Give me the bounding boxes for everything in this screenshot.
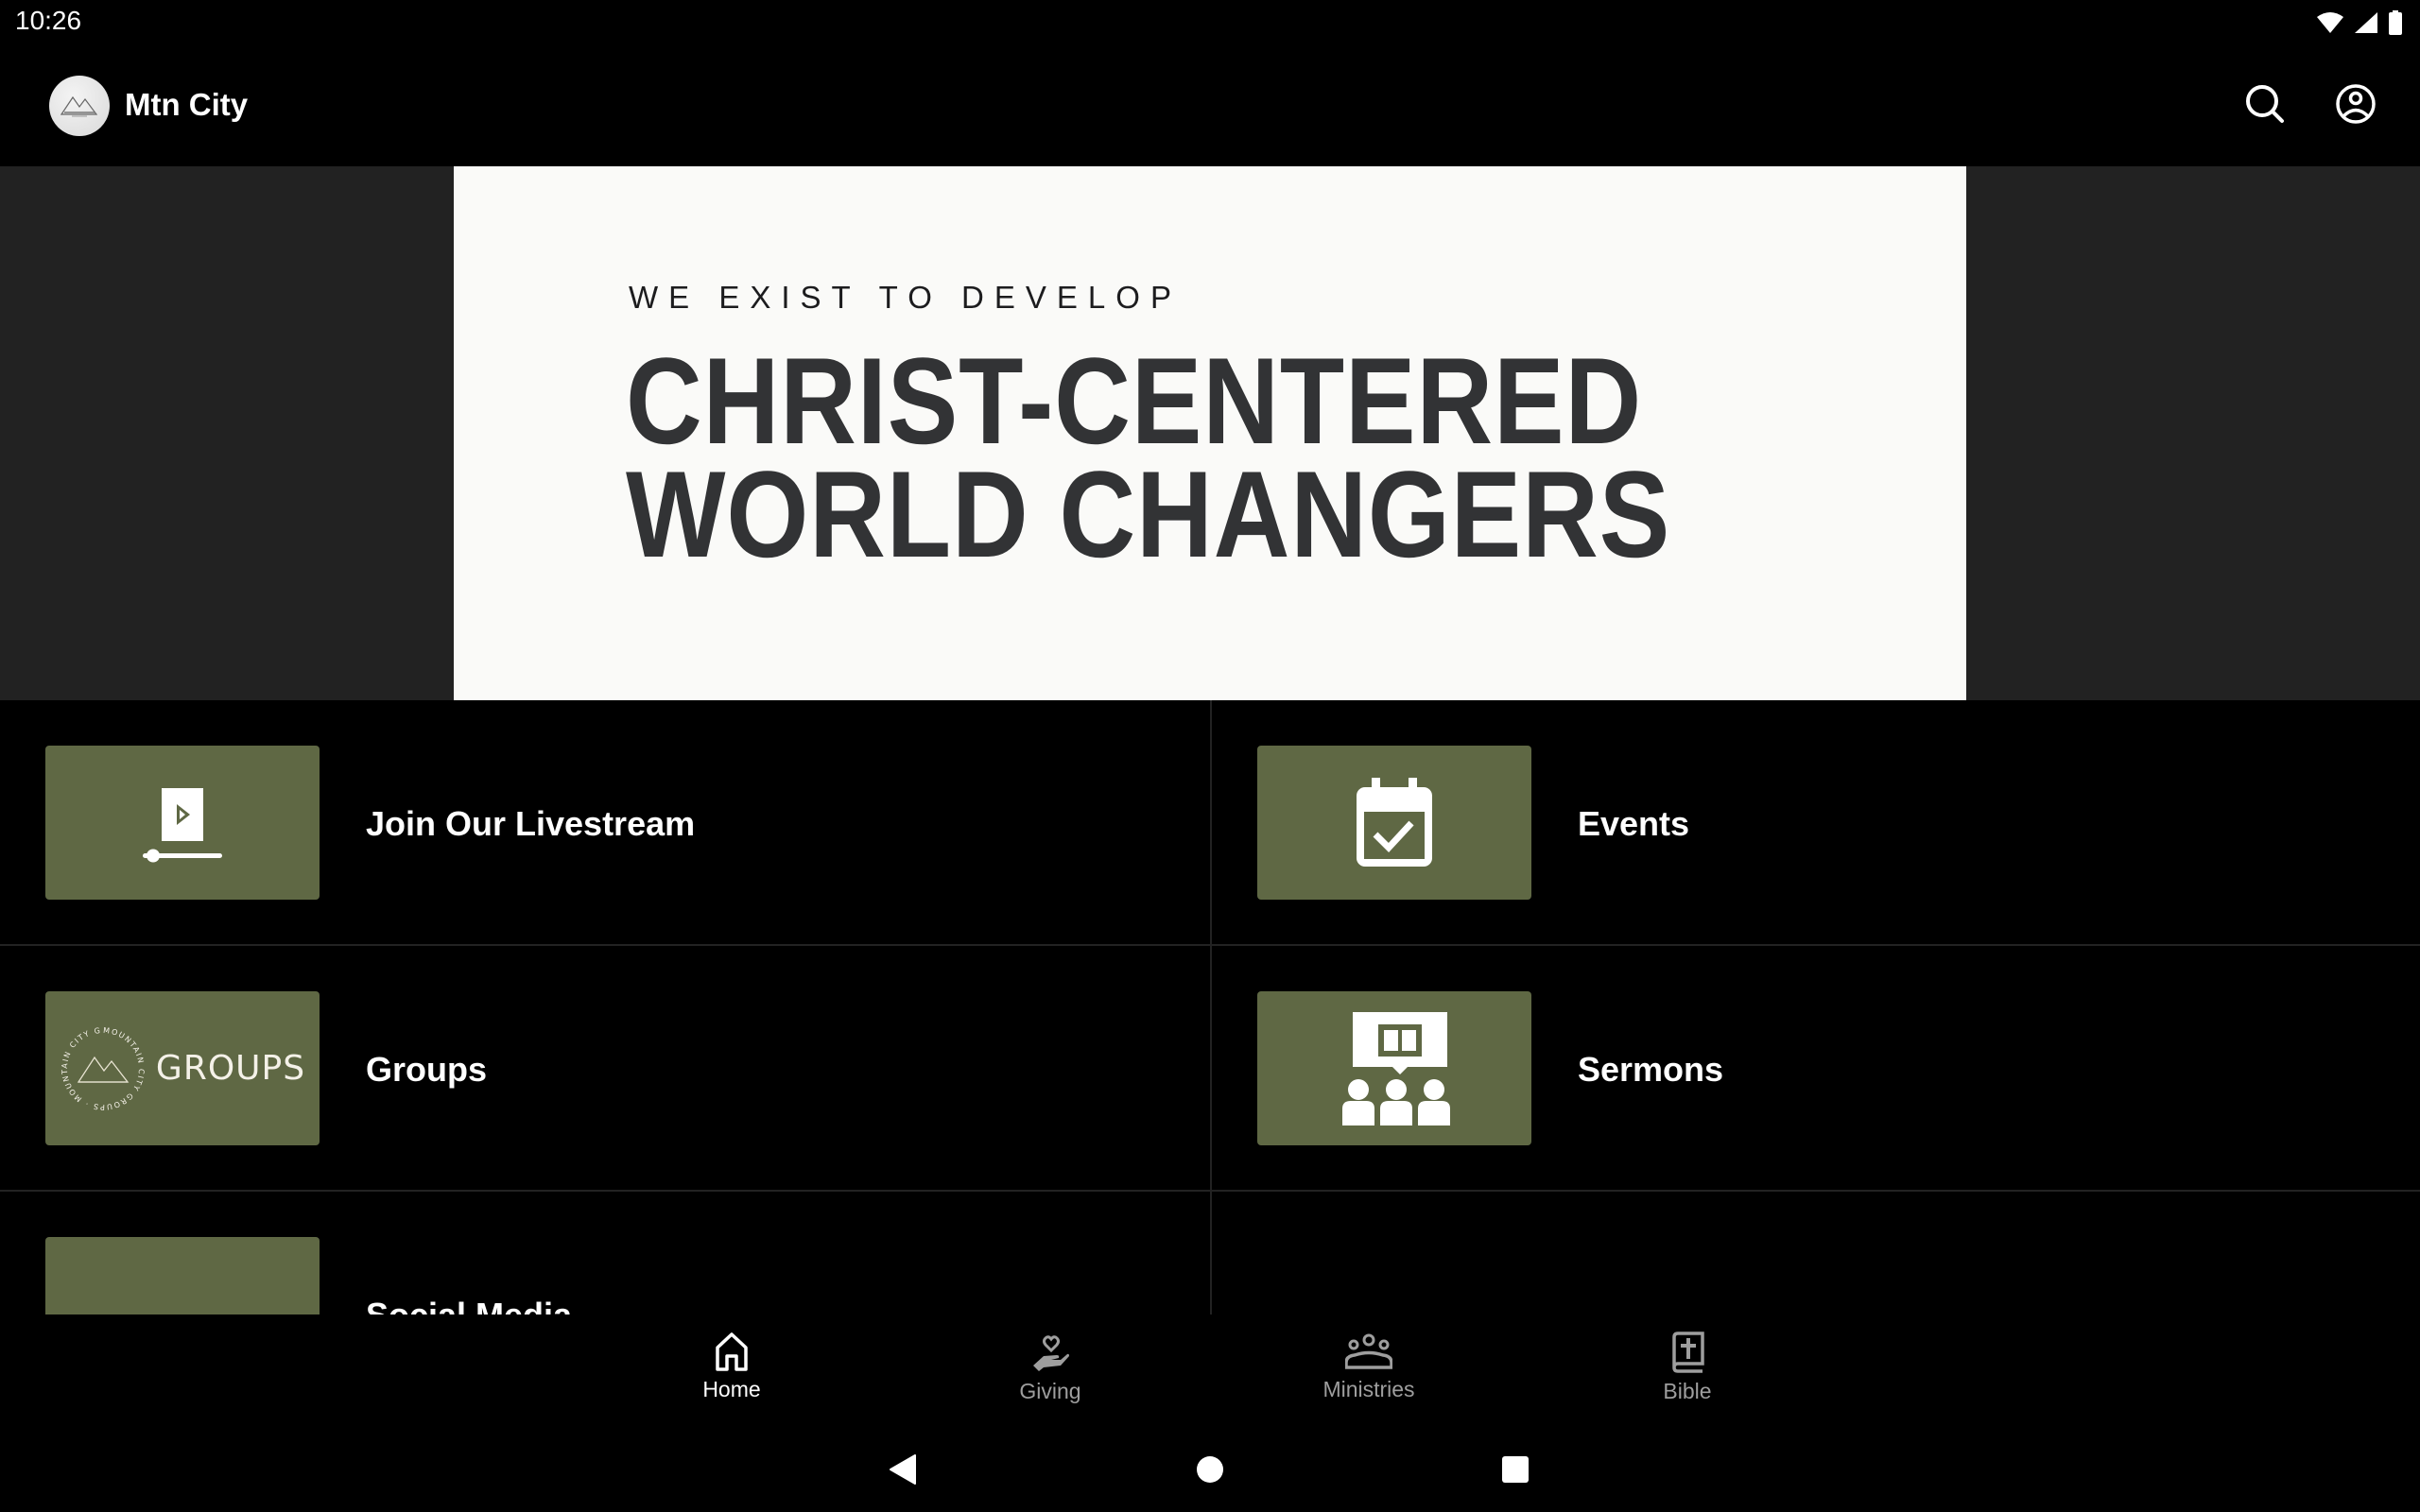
home-circle-icon [1197, 1456, 1223, 1483]
status-icons [2316, 10, 2403, 35]
tile-sermons[interactable]: Sermons [1212, 946, 2420, 1190]
tile-thumb [45, 746, 320, 900]
tile-label: Groups [366, 1050, 488, 1089]
tile-thumb [1257, 746, 1531, 900]
system-recents-button[interactable] [1495, 1449, 1536, 1490]
groups-thumb-text: GROUPS [155, 1049, 306, 1088]
nav-label: Home [702, 1377, 761, 1401]
search-icon [2246, 85, 2284, 123]
mountain-logo-icon [60, 95, 98, 117]
nav-home[interactable]: Home [637, 1332, 826, 1417]
calendar-check-icon [1357, 777, 1432, 867]
tile-label: Social Media [366, 1296, 572, 1314]
banner-headline-line2: WORLD CHANGERS [626, 445, 1671, 583]
tile-livestream[interactable]: Join Our Livestream [0, 700, 1210, 944]
nav-giving[interactable]: Giving [956, 1332, 1145, 1417]
nav-label: Ministries [1322, 1377, 1415, 1401]
app-actions [2242, 81, 2378, 127]
status-bar: 10:26 [0, 0, 2420, 45]
hero-banner[interactable]: WE EXIST TO DEVELOP CHRIST-CENTERED WORL… [0, 166, 2420, 700]
tile-thumb [1257, 991, 1531, 1145]
bottom-navigation: Home Giving Ministries Bible [0, 1314, 2420, 1424]
groups-people-icon [1345, 1333, 1392, 1369]
social-media-icons [64, 1237, 301, 1314]
sermon-audience-icon [1342, 1011, 1450, 1125]
nav-ministries[interactable]: Ministries [1274, 1332, 1463, 1417]
app-title: Mtn City [125, 87, 249, 122]
system-navigation-bar [0, 1424, 2420, 1512]
account-circle-icon [2336, 84, 2376, 124]
tile-label: Sermons [1578, 1050, 1724, 1089]
banner-headline: CHRIST-CENTERED WORLD CHANGERS [626, 332, 1671, 583]
system-back-button[interactable] [882, 1449, 924, 1490]
bible-icon [1672, 1332, 1704, 1373]
nav-label: Giving [1019, 1379, 1081, 1403]
tile-thumb [45, 1237, 320, 1314]
tile-groups[interactable]: MOUNTAIN CITY GROUPS · MOUNTAIN CITY GRO… [0, 946, 1210, 1190]
status-time: 10:26 [15, 6, 82, 35]
tile-thumb: MOUNTAIN CITY GROUPS · MOUNTAIN CITY GRO… [45, 991, 320, 1145]
banner-kicker: WE EXIST TO DEVELOP [629, 280, 1182, 315]
tile-label: Join Our Livestream [366, 804, 696, 843]
tile-events[interactable]: Events [1212, 700, 2420, 944]
home-icon [716, 1332, 748, 1371]
banner-card[interactable]: WE EXIST TO DEVELOP CHRIST-CENTERED WORL… [454, 166, 1966, 700]
nav-label: Bible [1663, 1379, 1712, 1403]
home-tile-grid: Join Our Livestream Events MOUNTAIN CITY… [0, 700, 2420, 1314]
wifi-icon [2316, 11, 2344, 34]
back-triangle-icon [890, 1454, 916, 1485]
grid-divider [1210, 700, 1212, 1314]
signal-icon [2354, 11, 2378, 34]
tile-label: Events [1578, 804, 1690, 843]
banner-headline-line1: CHRIST-CENTERED [626, 332, 1643, 470]
groups-badge-icon: MOUNTAIN CITY GROUPS · MOUNTAIN CITY GRO… [60, 1025, 145, 1111]
system-home-button[interactable] [1189, 1449, 1231, 1490]
search-button[interactable] [2242, 81, 2288, 127]
tile-social-media[interactable]: Social Media [0, 1192, 1210, 1314]
nav-bible[interactable]: Bible [1593, 1332, 1782, 1417]
app-logo[interactable] [49, 76, 110, 136]
giving-hand-heart-icon [1033, 1335, 1069, 1371]
profile-button[interactable] [2333, 81, 2378, 127]
recents-square-icon [1502, 1456, 1529, 1483]
battery-icon [2388, 10, 2403, 35]
livestream-play-icon [143, 787, 222, 862]
app-bar: Mtn City [0, 45, 2420, 166]
